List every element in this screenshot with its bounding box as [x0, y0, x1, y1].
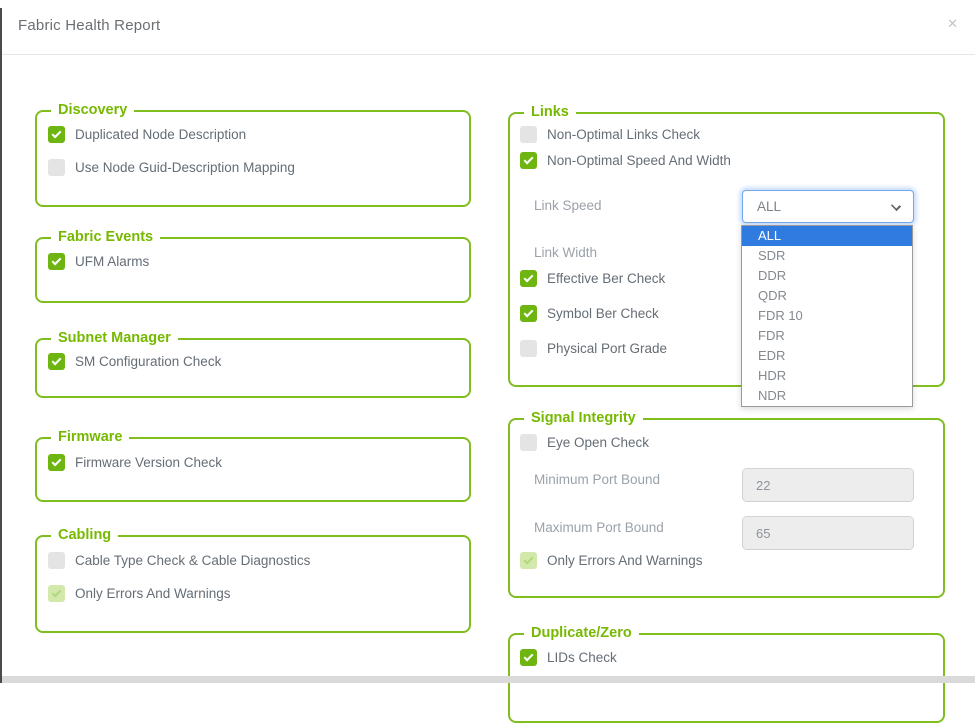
section-legend: Fabric Events — [51, 229, 160, 245]
row-cabling-only-errors-warnings: Only Errors And Warnings — [48, 584, 469, 602]
row-ufm-alarms: UFM Alarms — [48, 252, 469, 270]
minimum-port-bound-input — [742, 468, 914, 502]
checkbox-ufm-alarms[interactable] — [48, 253, 65, 270]
link-speed-label: Link Speed — [534, 198, 602, 213]
dropdown-option-fdr10[interactable]: FDR 10 — [742, 306, 912, 326]
checkbox-eye-open-check[interactable] — [520, 434, 537, 451]
row-non-optimal-links-check: Non-Optimal Links Check — [520, 125, 700, 143]
section-legend: Discovery — [51, 102, 134, 118]
checkbox-non-optimal-speed-width[interactable] — [520, 152, 537, 169]
row-non-optimal-speed-width: Non-Optimal Speed And Width — [520, 151, 731, 169]
check-icon — [524, 554, 534, 564]
row-duplicated-node-description: Duplicated Node Description — [48, 125, 469, 143]
checkbox-lids-check[interactable] — [520, 649, 537, 666]
section-cabling: Cabling Cable Type Check & Cable Diagnos… — [35, 535, 471, 633]
page-left-edge — [0, 8, 2, 683]
link-speed-select-value: ALL — [757, 199, 781, 214]
section-subnet-manager: Subnet Manager SM Configuration Check — [35, 338, 471, 398]
dropdown-option-edr[interactable]: EDR — [742, 346, 912, 366]
dropdown-option-ddr[interactable]: DDR — [742, 266, 912, 286]
dialog-bottom-edge — [2, 676, 975, 683]
row-physical-port-grade: Physical Port Grade — [520, 339, 667, 357]
row-firmware-version-check: Firmware Version Check — [48, 453, 469, 471]
row-eye-open-check: Eye Open Check — [520, 433, 649, 451]
checkbox-label: Physical Port Grade — [547, 341, 667, 356]
link-speed-select[interactable]: ALL — [742, 190, 914, 223]
checkbox-label: UFM Alarms — [75, 254, 149, 269]
section-firmware: Firmware Firmware Version Check — [35, 437, 471, 502]
checkbox-label: Only Errors And Warnings — [75, 586, 231, 601]
chevron-down-icon — [891, 201, 901, 211]
checkbox-label: Effective Ber Check — [547, 271, 665, 286]
check-icon — [52, 128, 62, 138]
checkbox-effective-ber-check[interactable] — [520, 270, 537, 287]
check-icon — [524, 154, 534, 164]
check-icon — [524, 272, 534, 282]
dialog-header: Fabric Health Report ✕ — [0, 0, 975, 55]
checkbox-sm-configuration-check[interactable] — [48, 353, 65, 370]
row-symbol-ber-check: Symbol Ber Check — [520, 304, 659, 322]
section-legend: Subnet Manager — [51, 330, 178, 346]
row-cable-type-check: Cable Type Check & Cable Diagnostics — [48, 551, 469, 569]
check-icon — [52, 355, 62, 365]
section-signal-integrity: Signal Integrity Eye Open Check Minimum … — [508, 418, 945, 598]
checkbox-signal-only-errors-warnings — [520, 552, 537, 569]
checkbox-label: Cable Type Check & Cable Diagnostics — [75, 553, 310, 568]
checkbox-label: Use Node Guid-Description Mapping — [75, 160, 295, 175]
checkbox-label: Duplicated Node Description — [75, 127, 246, 142]
check-icon — [524, 307, 534, 317]
checkbox-label: Non-Optimal Speed And Width — [547, 153, 731, 168]
link-width-label: Link Width — [534, 245, 597, 260]
check-icon — [52, 587, 62, 597]
left-column: Discovery Duplicated Node Description Us… — [35, 110, 471, 633]
checkbox-label: SM Configuration Check — [75, 354, 221, 369]
dialog-title: Fabric Health Report — [18, 17, 160, 34]
right-column: Links Non-Optimal Links Check Non-Optima… — [508, 112, 945, 723]
check-icon — [52, 456, 62, 466]
checkbox-label: Non-Optimal Links Check — [547, 127, 700, 142]
check-icon — [524, 651, 534, 661]
close-icon[interactable]: ✕ — [947, 16, 958, 32]
section-legend: Signal Integrity — [524, 410, 643, 426]
dropdown-option-fdr[interactable]: FDR — [742, 326, 912, 346]
maximum-port-bound-input — [742, 516, 914, 550]
dropdown-option-hdr[interactable]: HDR — [742, 366, 912, 386]
dropdown-option-all[interactable]: ALL — [742, 226, 912, 246]
section-legend: Firmware — [51, 429, 129, 445]
checkbox-label: Only Errors And Warnings — [547, 553, 703, 568]
checkbox-duplicated-node-description[interactable] — [48, 126, 65, 143]
row-lids-check: LIDs Check — [520, 648, 617, 666]
checkbox-firmware-version-check[interactable] — [48, 454, 65, 471]
section-legend: Cabling — [51, 527, 118, 543]
row-sm-configuration-check: SM Configuration Check — [48, 352, 469, 370]
link-speed-dropdown-list: ALL SDR DDR QDR FDR 10 FDR EDR HDR NDR — [741, 225, 913, 407]
minimum-port-bound-label: Minimum Port Bound — [534, 472, 660, 487]
checkbox-non-optimal-links-check[interactable] — [520, 126, 537, 143]
checkbox-physical-port-grade[interactable] — [520, 340, 537, 357]
dropdown-option-ndr[interactable]: NDR — [742, 386, 912, 406]
check-icon — [52, 255, 62, 265]
checkbox-label: Eye Open Check — [547, 435, 649, 450]
row-signal-only-errors-warnings: Only Errors And Warnings — [520, 551, 703, 569]
section-legend: Links — [524, 104, 576, 120]
checkbox-label: LIDs Check — [547, 650, 617, 665]
checkbox-symbol-ber-check[interactable] — [520, 305, 537, 322]
checkbox-cable-type-check[interactable] — [48, 552, 65, 569]
row-use-node-guid-mapping: Use Node Guid-Description Mapping — [48, 158, 469, 176]
row-effective-ber-check: Effective Ber Check — [520, 269, 665, 287]
dropdown-option-qdr[interactable]: QDR — [742, 286, 912, 306]
section-discovery: Discovery Duplicated Node Description Us… — [35, 110, 471, 207]
section-legend: Duplicate/Zero — [524, 625, 639, 641]
checkbox-cabling-only-errors-warnings — [48, 585, 65, 602]
maximum-port-bound-label: Maximum Port Bound — [534, 520, 664, 535]
checkbox-label: Symbol Ber Check — [547, 306, 659, 321]
checkbox-use-node-guid-mapping[interactable] — [48, 159, 65, 176]
dropdown-option-sdr[interactable]: SDR — [742, 246, 912, 266]
checkbox-label: Firmware Version Check — [75, 455, 222, 470]
section-fabric-events: Fabric Events UFM Alarms — [35, 237, 471, 303]
